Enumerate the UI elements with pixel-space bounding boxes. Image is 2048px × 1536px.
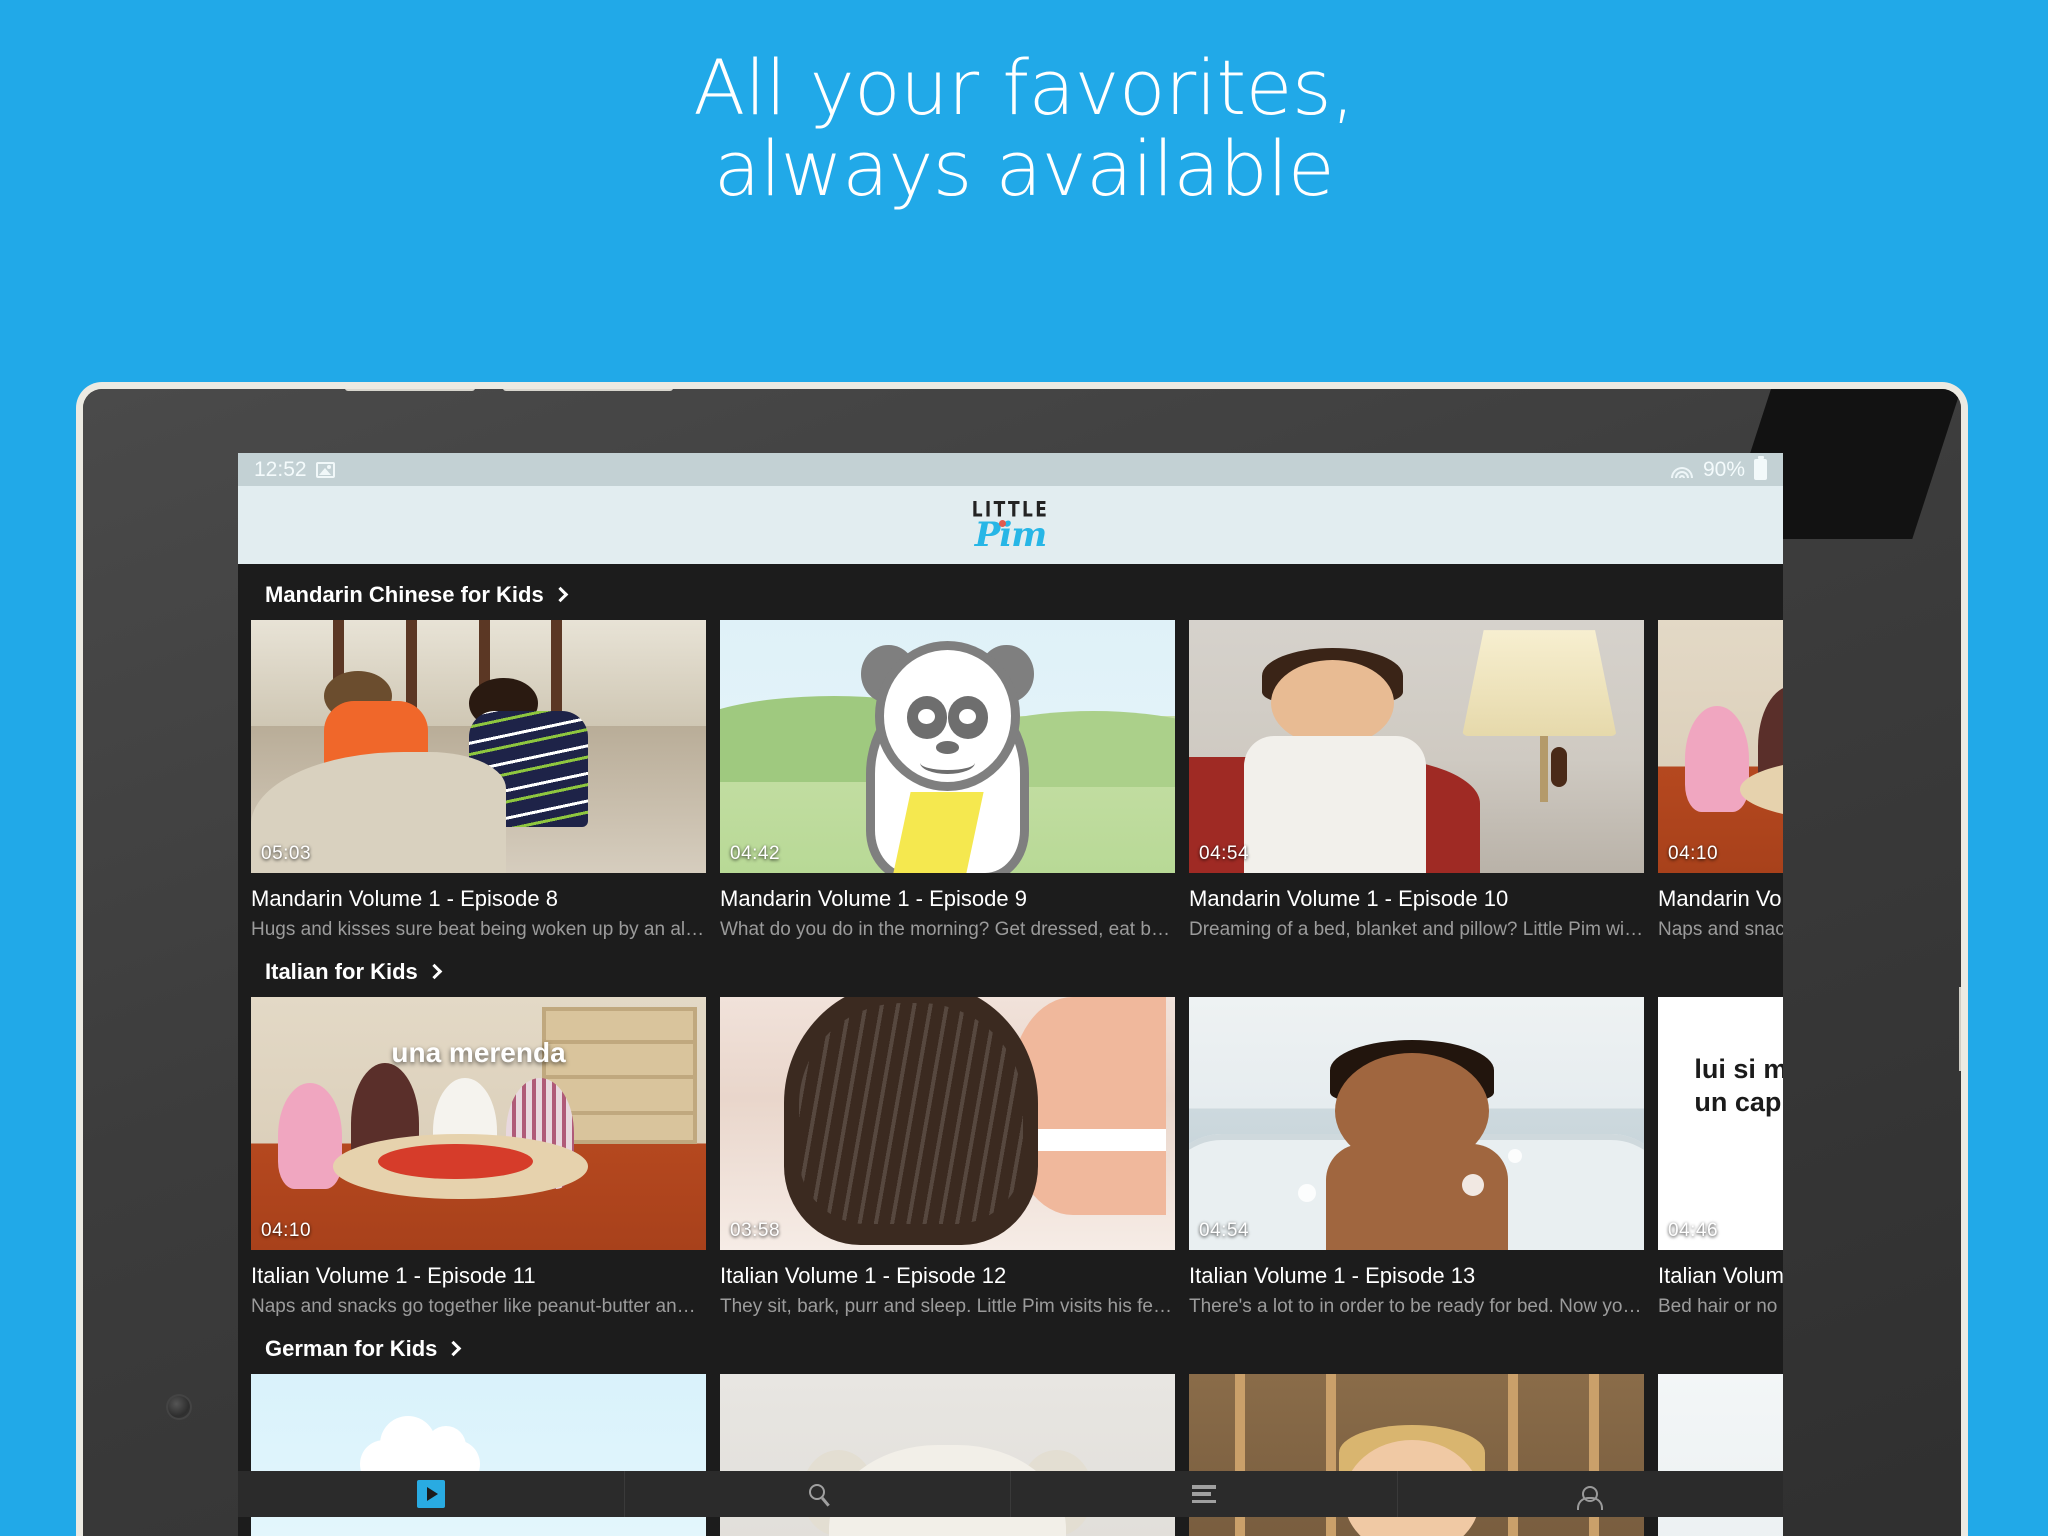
video-card[interactable]: lui si m un capp 04:46 Italian Volume 1 … — [1658, 997, 1783, 1318]
logo-pim-text: Pim — [975, 518, 1047, 552]
duration-badge: 04:46 — [1668, 1220, 1719, 1241]
thumbnail-art-braided-hair — [720, 997, 1175, 1250]
video-thumbnail[interactable]: 04:54 — [1189, 620, 1644, 873]
video-title: Italian Volume 1 - Episode 14 — [1658, 1263, 1783, 1288]
headline-line-1: All your favorites, — [693, 43, 1355, 132]
video-description: There's a lot to in order to be ready fo… — [1189, 1296, 1644, 1317]
carousel-mandarin[interactable]: 05:03 Mandarin Volume 1 - Episode 8 Hugs… — [238, 620, 1783, 941]
video-description: They sit, bark, purr and sleep. Little P… — [720, 1296, 1175, 1317]
video-title: Mandarin Volume 1 - Episode 10 — [1189, 886, 1509, 911]
image-icon — [315, 461, 335, 478]
video-title: Mandarin Volume 1 - Episode 8 — [251, 886, 558, 911]
video-card[interactable]: 04:54 Mandarin Volume 1 - Episode 10 Dre… — [1189, 620, 1644, 941]
device-top-button-1[interactable] — [345, 389, 475, 391]
thumbnail-art-subtitle-slide: lui si m un capp — [1658, 997, 1783, 1250]
video-title: Mandarin Volume 1 - Episode 9 — [720, 886, 1027, 911]
status-bar-time: 12:52 — [254, 457, 307, 481]
chevron-right-icon — [426, 963, 443, 979]
wifi-icon — [1670, 461, 1694, 479]
video-title: Italian Volume 1 - Episode 11 — [251, 1263, 536, 1288]
thumbnail-art-classroom — [1658, 620, 1783, 873]
content-area: Mandarin Chinese for Kids 05:03 Mandarin… — [238, 564, 1783, 1536]
bottom-navigation-bar — [238, 1471, 1783, 1517]
video-title: Italian Volume 1 - Episode 12 — [720, 1263, 1007, 1288]
thumbnail-caption-line-1: lui si m — [1694, 1053, 1783, 1084]
video-description: Naps and snacks go together like peanut-… — [251, 1296, 706, 1317]
video-thumbnail[interactable]: 04:42 — [720, 620, 1175, 873]
nav-item-videos[interactable] — [238, 1471, 625, 1517]
section-title-label: Italian for Kids — [265, 959, 418, 984]
video-thumbnail[interactable]: 04:10 — [1658, 620, 1783, 873]
video-card[interactable]: 04:10 Mandarin Volume 1 - Episode 11 Nap… — [1658, 620, 1783, 941]
video-description: Dreaming of a bed, blanket and pillow? L… — [1189, 919, 1644, 940]
list-menu-icon — [1191, 1485, 1216, 1503]
thumbnail-art-classroom: una merenda — [251, 997, 706, 1250]
duration-badge: 04:42 — [730, 843, 781, 864]
tablet-screen: 12:52 90% LITTLE Pim Mandarin Chinese fo… — [238, 453, 1783, 1536]
video-description: Naps and snacks go together like peanut-… — [1658, 919, 1783, 940]
section-header-mandarin[interactable]: Mandarin Chinese for Kids — [238, 564, 1783, 620]
headline-line-2: always available — [713, 123, 1335, 213]
thumbnail-caption: una merenda — [391, 1037, 566, 1069]
video-title: Italian Volume 1 - Episode 13 — [1189, 1263, 1476, 1288]
profile-icon — [1582, 1486, 1599, 1502]
device-right-button[interactable] — [1959, 987, 1961, 1071]
section-title-label: Mandarin Chinese for Kids — [265, 582, 544, 607]
device-side-button[interactable] — [76, 867, 83, 1067]
nav-item-list[interactable] — [1011, 1471, 1398, 1517]
thumbnail-art-cartoon-panda — [720, 620, 1175, 873]
duration-badge: 04:54 — [1199, 843, 1250, 864]
video-description: Bed hair or no hair, ready for the day! — [1658, 1296, 1783, 1317]
promo-headline: All your favorites, always available — [0, 47, 2048, 213]
video-thumbnail[interactable]: una merenda 04:10 — [251, 997, 706, 1250]
front-camera-icon — [166, 1394, 192, 1420]
nav-item-profile[interactable] — [1398, 1471, 1784, 1517]
section-title-label: German for Kids — [265, 1336, 438, 1361]
thumbnail-caption-line-2: un capp — [1694, 1087, 1783, 1118]
video-card[interactable]: 04:42 Mandarin Volume 1 - Episode 9 What… — [720, 620, 1175, 941]
chevron-right-icon — [552, 586, 568, 602]
thumbnail-art-boy-with-lamp — [1189, 620, 1644, 873]
battery-percent-label: 90% — [1702, 457, 1745, 481]
chevron-right-icon — [446, 1340, 462, 1356]
duration-badge: 04:10 — [1668, 843, 1719, 864]
video-thumbnail[interactable]: 05:03 — [251, 620, 706, 873]
duration-badge: 05:03 — [261, 843, 312, 864]
video-thumbnail[interactable]: 03:58 — [720, 997, 1175, 1250]
section-header-italian[interactable]: Italian for Kids — [238, 941, 1783, 997]
tablet-device: 12:52 90% LITTLE Pim Mandarin Chinese fo… — [76, 382, 1968, 1536]
battery-icon — [1754, 459, 1767, 480]
nav-item-search[interactable] — [625, 1471, 1011, 1517]
thumbnail-art-baby-in-bath — [1189, 997, 1644, 1250]
duration-badge: 04:54 — [1199, 1220, 1250, 1241]
duration-badge: 03:58 — [730, 1220, 781, 1241]
section-header-german[interactable]: German for Kids — [238, 1318, 1783, 1374]
duration-badge: 04:10 — [261, 1220, 312, 1241]
video-thumbnail[interactable]: 04:54 — [1189, 997, 1644, 1250]
video-title: Mandarin Volume 1 - Episode 11 — [1658, 886, 1783, 911]
status-bar: 12:52 90% — [238, 453, 1783, 486]
video-card[interactable]: una merenda 04:10 Italian Volume 1 - Epi… — [251, 997, 706, 1318]
video-play-icon — [416, 1480, 445, 1508]
search-icon — [809, 1484, 826, 1500]
thumbnail-art-kids-in-bed — [251, 620, 706, 873]
logo-pim-label: Pim — [974, 515, 1047, 556]
app-header: LITTLE Pim — [238, 486, 1783, 564]
video-card[interactable]: 04:54 Italian Volume 1 - Episode 13 Ther… — [1189, 997, 1644, 1318]
video-description: What do you do in the morning? Get dress… — [720, 919, 1175, 940]
video-description: Hugs and kisses sure beat being woken up… — [251, 919, 706, 940]
carousel-italian[interactable]: una merenda 04:10 Italian Volume 1 - Epi… — [238, 997, 1783, 1318]
device-top-button-2[interactable] — [503, 389, 673, 391]
video-card[interactable]: 05:03 Mandarin Volume 1 - Episode 8 Hugs… — [251, 620, 706, 941]
video-card[interactable]: 03:58 Italian Volume 1 - Episode 12 They… — [720, 997, 1175, 1318]
video-thumbnail[interactable]: lui si m un capp 04:46 — [1658, 997, 1783, 1250]
